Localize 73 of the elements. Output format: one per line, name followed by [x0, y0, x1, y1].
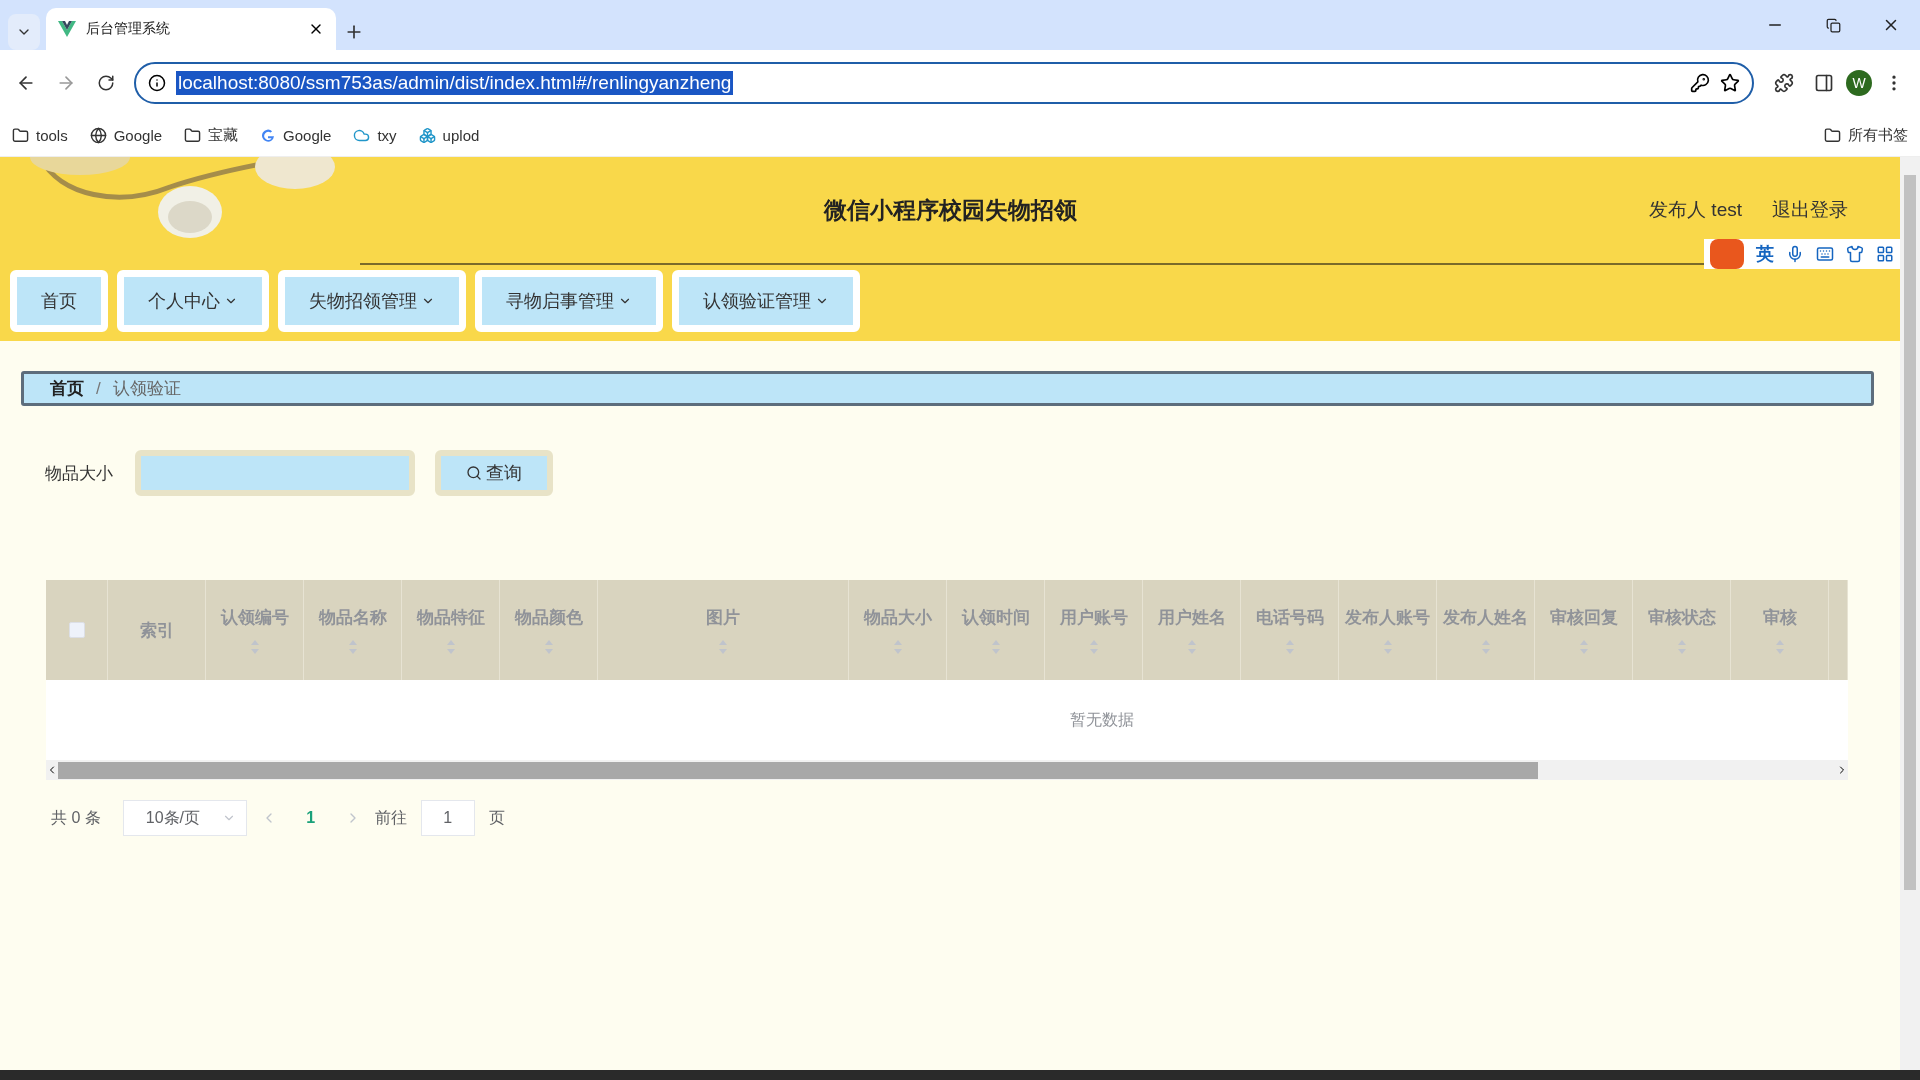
reload-icon[interactable]	[97, 73, 115, 92]
tab-title: 后台管理系统	[86, 20, 171, 38]
nav-menu-button[interactable]: 寻物启事管理	[475, 270, 663, 332]
globe-icon	[89, 127, 107, 144]
logout-link[interactable]: 退出登录	[1772, 197, 1848, 223]
folder-icon	[12, 127, 29, 144]
sort-icon	[1480, 638, 1491, 655]
url-text: localhost:8080/ssm753as/admin/dist/index.html#/renlingyanzheng	[176, 70, 734, 95]
page-suffix: 页	[488, 807, 505, 828]
sort-icon	[543, 638, 554, 655]
sort-icon	[1774, 638, 1785, 655]
profile-avatar[interactable]: W	[1846, 69, 1872, 96]
search-button[interactable]: 查询	[435, 450, 553, 496]
user-label: 发布人 test	[1649, 198, 1742, 222]
nav-menu-button[interactable]: 个人中心	[117, 270, 269, 332]
ime-logo-icon	[1710, 239, 1744, 269]
sort-icon	[1284, 638, 1295, 655]
bookmark[interactable]: uplod	[418, 127, 480, 144]
shirt-icon[interactable]	[1846, 245, 1864, 263]
bookmark-star-icon[interactable]	[1720, 72, 1740, 93]
sort-icon	[445, 638, 456, 655]
column-header: 索引	[108, 580, 206, 680]
bookmark[interactable]: 宝藏	[184, 126, 239, 145]
sort-icon	[1382, 638, 1393, 655]
restore-icon[interactable]	[1825, 17, 1841, 33]
bookmark[interactable]: tools	[12, 127, 68, 144]
site-info-icon[interactable]	[148, 73, 166, 92]
sort-icon	[990, 638, 1001, 655]
page-size-select[interactable]: 10条/页	[122, 800, 247, 836]
all-bookmarks[interactable]: 所有书签	[1824, 126, 1908, 145]
app-icon	[418, 127, 436, 144]
breadcrumb-item[interactable]: 首页	[50, 377, 84, 400]
app-title: 微信小程序校园失物招领	[823, 196, 1077, 223]
sort-icon	[1578, 638, 1589, 655]
breadcrumb-separator: /	[96, 378, 101, 399]
google-icon	[260, 127, 277, 144]
goto-label: 前往	[374, 807, 407, 828]
nav-menu-button[interactable]: 认领验证管理	[672, 270, 860, 332]
nav-menu-button[interactable]: 失物招领管理	[278, 270, 466, 332]
sort-icon	[249, 638, 260, 655]
side-panel-icon[interactable]	[1814, 72, 1834, 93]
folder-icon	[1824, 127, 1841, 144]
sort-icon	[1676, 638, 1687, 655]
browser-tab[interactable]: 后台管理系统	[46, 8, 336, 50]
sort-icon	[892, 638, 903, 655]
sort-icon	[1186, 638, 1197, 655]
search-input[interactable]	[135, 450, 415, 496]
bookmark[interactable]: Google	[89, 127, 163, 144]
key-icon[interactable]	[1690, 72, 1710, 93]
nav-menu-button[interactable]: 首页	[10, 270, 108, 332]
total-count: 共 0 条	[51, 807, 101, 828]
folder-icon	[184, 127, 202, 144]
ime-mode[interactable]: 英	[1756, 242, 1774, 266]
grid-icon[interactable]	[1876, 245, 1894, 263]
page-input[interactable]: 1	[420, 800, 475, 836]
keyboard-icon[interactable]	[1816, 245, 1834, 263]
sort-icon	[347, 638, 358, 655]
horizontal-scrollbar[interactable]	[46, 760, 1848, 780]
puzzle-icon[interactable]	[1774, 72, 1794, 93]
microphone-icon[interactable]	[1786, 245, 1804, 263]
sort-icon	[1088, 638, 1099, 655]
bookmark[interactable]: txy	[353, 127, 397, 144]
cloud-icon	[353, 127, 371, 144]
address-bar[interactable]: localhost:8080/ssm753as/admin/dist/index.html#/renlingyanzheng	[134, 61, 1754, 104]
search-label: 物品大小	[45, 462, 114, 485]
sort-icon	[718, 638, 728, 655]
empty-message: 暂无数据	[1070, 709, 1134, 730]
search-icon	[466, 465, 482, 481]
breadcrumb-item: 认领验证	[112, 378, 181, 400]
vue-logo-icon	[58, 21, 76, 37]
page-scrollbar[interactable]	[1900, 157, 1920, 1070]
bookmark[interactable]: Google	[260, 127, 332, 144]
select-all-checkbox[interactable]	[68, 622, 85, 638]
